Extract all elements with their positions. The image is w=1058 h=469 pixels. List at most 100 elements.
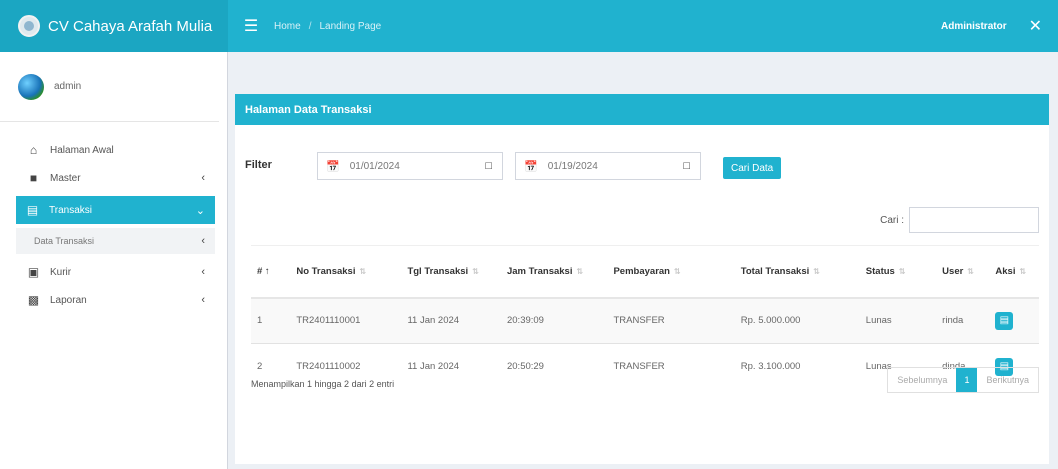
sidebar-menu: ⌂ Halaman Awal ■ Master ‹ ▤ Transaksi ⌄ …: [0, 136, 227, 314]
table-info: Menampilkan 1 hingga 2 dari 2 entri: [251, 379, 395, 389]
breadcrumb: Home / Landing Page: [274, 21, 381, 32]
cell-tgl-transaksi: 11 Jan 2024: [401, 343, 501, 390]
calendar-icon: 📅: [524, 160, 538, 173]
calendar-icon: 📅: [326, 160, 340, 173]
sidebar-item-label: Master: [50, 172, 81, 184]
cell-no-transaksi: TR2401110001: [290, 297, 402, 344]
column-header-no-transaksi[interactable]: No Transaksi ⇅: [290, 245, 402, 299]
filter-row: Filter 📅 01/01/2024 □ 📅 01/19/2024 □ Car…: [245, 152, 1035, 182]
chevron-left-icon: ‹: [201, 294, 205, 306]
filter-label: Filter: [245, 159, 272, 171]
date-to-input[interactable]: 📅 01/19/2024 □: [515, 152, 701, 180]
print-icon[interactable]: ▤: [995, 311, 1014, 330]
breadcrumb-home[interactable]: Home: [274, 21, 301, 32]
close-icon[interactable]: ✕: [1029, 16, 1042, 36]
column-header-user[interactable]: User ⇅: [936, 245, 990, 299]
sidebar-item-kurir[interactable]: ▣ Kurir ‹: [0, 258, 227, 286]
sidebar-item-label: Kurir: [50, 266, 72, 278]
cell-status: Lunas: [859, 297, 937, 344]
menu-toggle-icon[interactable]: ☰: [242, 16, 260, 36]
chevron-left-icon: ‹: [201, 235, 205, 247]
column-header-total-transaksi[interactable]: Total Transaksi ⇅: [734, 245, 860, 299]
pagination-next[interactable]: Berikutnya: [977, 368, 1038, 392]
sidebar-item-master[interactable]: ■ Master ‹: [0, 164, 227, 192]
cell-aksi: ▤: [989, 297, 1039, 344]
cell-user: rinda: [936, 297, 990, 344]
sort-icon: ⇅: [576, 266, 584, 276]
sort-icon: ⇅: [673, 266, 681, 276]
sidebar-item-label: Transaksi: [49, 204, 92, 216]
column-header-number[interactable]: # ↑: [251, 245, 291, 299]
top-right-area: Administrator ✕: [941, 16, 1058, 36]
sidebar-item-label: Halaman Awal: [50, 144, 114, 156]
date-from-input[interactable]: 📅 01/01/2024 □: [317, 152, 503, 180]
app-name: CV Cahaya Arafah Mulia: [48, 17, 213, 35]
sidebar-item-label: Data Transaksi: [34, 236, 95, 246]
table-search: Cari :: [880, 207, 1039, 233]
column-header-aksi[interactable]: Aksi ⇅: [989, 245, 1039, 299]
search-input[interactable]: [909, 207, 1039, 233]
sidebar-item-halaman-awal[interactable]: ⌂ Halaman Awal: [0, 136, 227, 164]
pagination-previous[interactable]: Sebelumnya: [888, 368, 956, 392]
column-header-label: Jam Transaksi: [506, 265, 573, 277]
date-from-value: 01/01/2024: [349, 160, 400, 172]
calendar-picker-icon[interactable]: □: [683, 160, 690, 172]
cell-pembayaran: TRANSFER: [607, 343, 735, 390]
column-header-tgl-transaksi[interactable]: Tgl Transaksi ⇅: [401, 245, 501, 299]
cell-jam-transaksi: 20:50:29: [500, 343, 608, 390]
sort-icon: ⇅: [359, 266, 367, 276]
avatar: [18, 73, 44, 100]
table-header-row: # ↑ No Transaksi ⇅ Tgl Transaksi ⇅ Jam Tra…: [251, 245, 1039, 299]
sidebar-user-name: admin: [54, 81, 82, 92]
sidebar-item-laporan[interactable]: ▩ Laporan ‹: [0, 286, 227, 314]
cell-tgl-transaksi: 11 Jan 2024: [401, 297, 501, 344]
pagination-page-1[interactable]: 1: [956, 368, 978, 392]
book-icon: ▩: [27, 293, 40, 307]
column-header-label: Tgl Transaksi: [407, 265, 469, 277]
column-header-label: Pembayaran: [613, 265, 670, 277]
courier-icon: ▣: [27, 265, 40, 279]
cell-pembayaran: TRANSFER: [607, 297, 735, 344]
sort-icon: ⇅: [1019, 266, 1027, 276]
search-data-button[interactable]: Cari Data: [723, 157, 782, 179]
sidebar-item-label: Laporan: [50, 294, 87, 306]
brand[interactable]: CV Cahaya Arafah Mulia: [0, 0, 228, 52]
sort-icon: ⇅: [967, 266, 974, 276]
column-header-status[interactable]: Status ⇅: [859, 245, 937, 299]
column-header-label: Total Transaksi: [740, 265, 810, 277]
date-to-value: 01/19/2024: [547, 160, 598, 172]
sidebar-item-transaksi[interactable]: ▤ Transaksi ⌄: [16, 196, 215, 224]
column-header-label: Aksi: [995, 265, 1016, 277]
user-menu[interactable]: Administrator: [941, 21, 1007, 32]
user-panel: admin: [0, 52, 219, 122]
sidebar-item-data-transaksi[interactable]: Data Transaksi ‹: [16, 228, 215, 254]
logo-icon: [18, 15, 40, 37]
transaction-box: Halaman Data Transaksi Filter 📅 01/01/20…: [235, 94, 1049, 464]
folder-icon: ■: [29, 171, 38, 185]
main-content: Halaman Data Transaksi Filter 📅 01/01/20…: [229, 52, 1058, 469]
column-header-label: User: [942, 265, 964, 277]
sort-icon: ⇅: [813, 266, 820, 276]
cell-total-transaksi: Rp. 3.100.000: [734, 343, 860, 390]
table-row: 1 TR2401110001 11 Jan 2024 20:39:09 TRAN…: [251, 297, 1039, 344]
sort-icon: ⇅: [898, 266, 906, 276]
top-navbar: CV Cahaya Arafah Mulia ☰ Home / Landing …: [0, 0, 1058, 52]
chevron-left-icon: ‹: [201, 266, 205, 278]
search-label: Cari :: [880, 214, 904, 226]
cell-number: 1: [251, 297, 291, 344]
sidebar: admin ⌂ Halaman Awal ■ Master ‹ ▤ Transa…: [0, 52, 228, 469]
sort-icon: ⇅: [472, 266, 479, 276]
breadcrumb-current: Landing Page: [319, 20, 382, 32]
cell-jam-transaksi: 20:39:09: [500, 297, 608, 344]
column-header-label: # ↑: [257, 265, 270, 277]
cell-total-transaksi: Rp. 5.000.000: [734, 297, 860, 344]
column-header-jam-transaksi[interactable]: Jam Transaksi ⇅: [500, 245, 608, 299]
pagination: Sebelumnya 1 Berikutnya: [887, 367, 1039, 393]
chevron-down-icon: ⌄: [195, 204, 205, 217]
table-icon: ▤: [26, 203, 39, 217]
column-header-pembayaran[interactable]: Pembayaran ⇅: [607, 245, 735, 299]
breadcrumb-separator: /: [308, 20, 312, 32]
column-header-label: No Transaksi: [296, 265, 356, 277]
home-icon: ⌂: [29, 143, 38, 157]
calendar-picker-icon[interactable]: □: [485, 160, 492, 172]
